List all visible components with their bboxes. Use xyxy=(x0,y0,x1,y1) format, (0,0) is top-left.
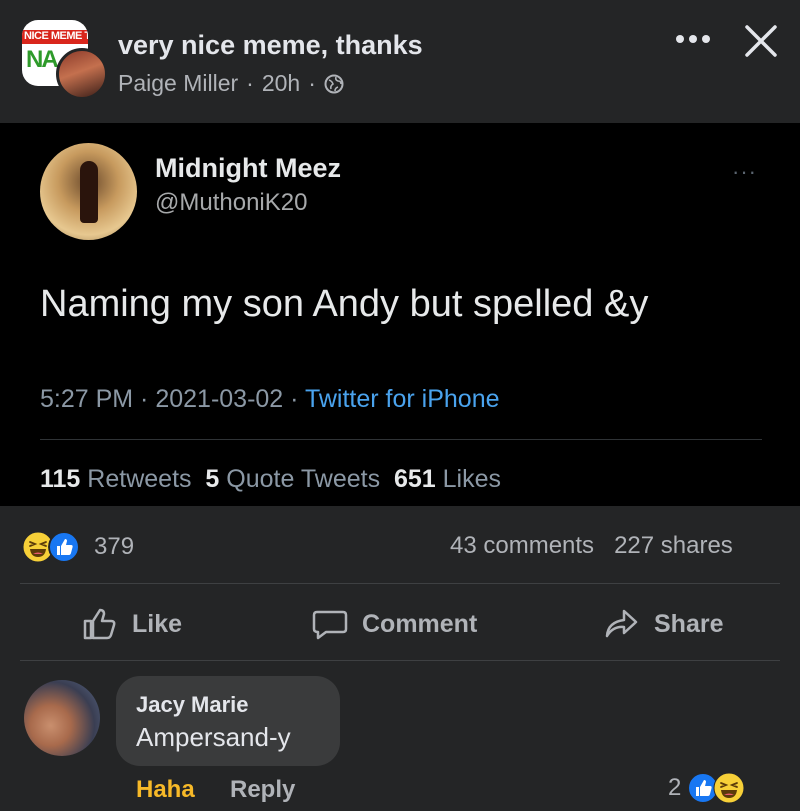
post-author[interactable]: Paige Miller xyxy=(118,70,238,97)
quotes-label: Quote Tweets xyxy=(226,465,381,493)
retweets-count: 115 xyxy=(40,465,81,493)
poster-avatar[interactable] xyxy=(56,48,108,100)
commenter-name[interactable]: Jacy Marie xyxy=(136,692,249,718)
comments-count[interactable]: 43 comments xyxy=(450,532,594,560)
tweet-dot-2: · xyxy=(283,385,305,413)
tweet-time: 5:27 PM xyxy=(40,385,134,413)
comment-text: Ampersand-y xyxy=(136,722,291,752)
tweet-avatar xyxy=(40,143,137,240)
commenter-avatar[interactable] xyxy=(24,680,100,756)
share-button[interactable]: Share xyxy=(604,600,723,648)
globe-icon xyxy=(324,74,344,93)
group-logo-text: NICE MEME TH xyxy=(24,30,88,42)
likes-count: 651 xyxy=(393,465,436,493)
comment-reactions[interactable]: 2 xyxy=(668,770,745,806)
close-icon xyxy=(745,25,777,57)
share-icon xyxy=(605,609,638,638)
tweet-author-handle: @MuthoniK20 xyxy=(155,189,308,216)
comment-haha-button[interactable]: Haha xyxy=(136,776,195,804)
meta-separator: · xyxy=(246,70,254,96)
likes-label: Likes xyxy=(442,465,502,493)
comment-icon xyxy=(312,610,348,640)
avatar-figure xyxy=(80,161,98,223)
shares-count[interactable]: 227 shares xyxy=(614,532,733,560)
retweets-label: Retweets xyxy=(87,465,192,493)
haha-reaction-icon-small xyxy=(713,772,745,804)
more-icon xyxy=(676,35,710,43)
tweet-text: Naming my son Andy but spelled &y xyxy=(40,283,649,325)
engagement-counts: 43 comments 227 shares xyxy=(450,532,733,560)
like-label: Like xyxy=(132,609,183,638)
meta-separator-2: · xyxy=(308,70,316,96)
quotes-count: 5 xyxy=(205,465,220,493)
post-title: very nice meme, thanks xyxy=(118,30,423,60)
like-reaction-icon xyxy=(48,531,80,563)
post-time[interactable]: 20h xyxy=(262,70,300,97)
more-options-button[interactable] xyxy=(672,24,714,54)
tweet-author-name: Midnight Meez xyxy=(155,153,341,183)
tweet-date: 2021-03-02 xyxy=(155,385,284,413)
divider-top xyxy=(20,583,780,584)
tweet-more-icon: ··· xyxy=(732,159,757,184)
tweet-source: Twitter for iPhone xyxy=(304,385,500,413)
tweet-divider xyxy=(40,439,762,440)
like-button[interactable]: Like xyxy=(82,600,182,648)
post-meta: Paige Miller · 20h · xyxy=(118,70,344,97)
close-button[interactable] xyxy=(738,18,784,64)
group-logo-initials: NA xyxy=(26,46,59,73)
comment-label: Comment xyxy=(362,609,478,638)
comment-button[interactable]: Comment xyxy=(312,600,477,648)
divider-bottom xyxy=(20,660,780,661)
reaction-count: 379 xyxy=(94,533,135,560)
thumbs-up-icon xyxy=(83,608,116,640)
comment-reaction-count: 2 xyxy=(668,774,682,801)
reactions-summary[interactable]: 379 xyxy=(22,530,134,564)
tweet-screenshot[interactable]: Midnight Meez @MuthoniK20 ··· Naming my … xyxy=(0,123,800,506)
tweet-stats: 115 Retweets 5 Quote Tweets 651 Likes xyxy=(40,465,501,494)
share-label: Share xyxy=(654,609,724,638)
tweet-dot: · xyxy=(133,385,156,413)
comment-reply-button[interactable]: Reply xyxy=(230,776,295,804)
tweet-timestamp: 5:27 PM · 2021-03-02 · Twitter for iPhon… xyxy=(40,385,500,414)
